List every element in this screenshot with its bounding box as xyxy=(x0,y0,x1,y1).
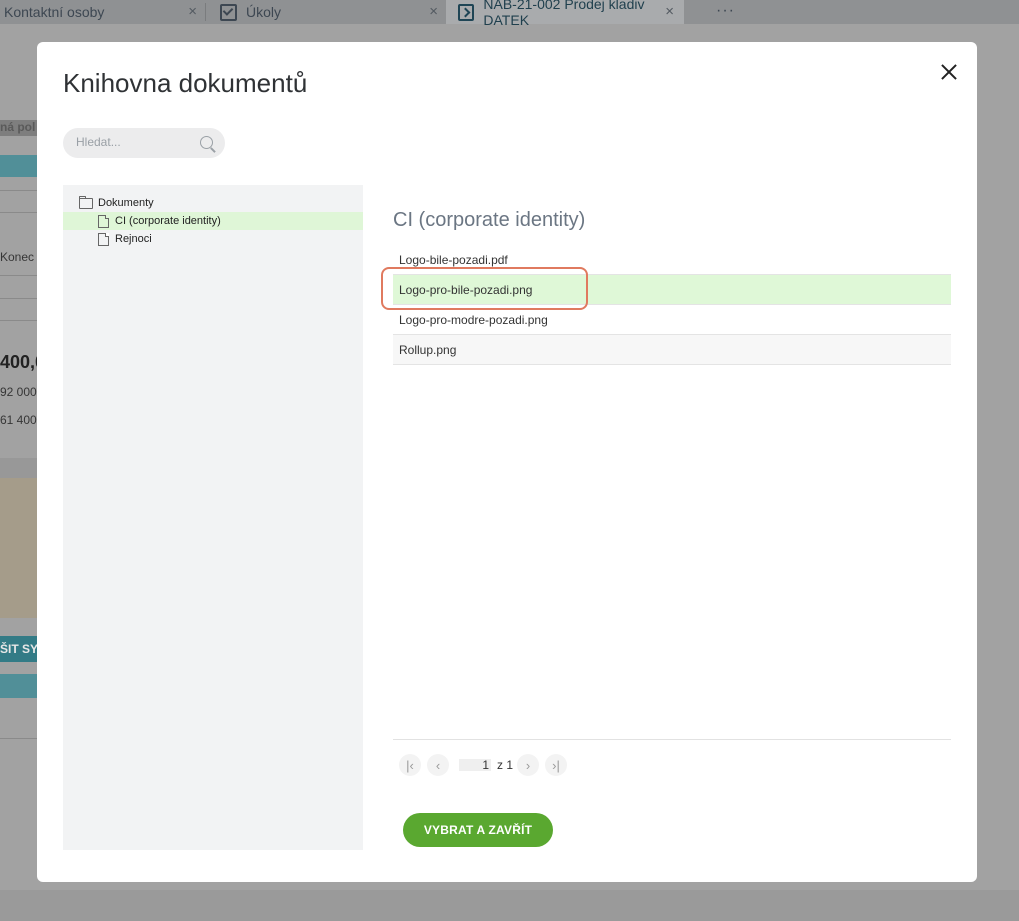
file-name: Logo-bile-pozadi.pdf xyxy=(399,252,508,267)
search-input[interactable] xyxy=(74,134,188,150)
divider xyxy=(0,738,37,739)
close-icon[interactable] xyxy=(937,60,961,84)
bg-sync-button: ŠIT SYN xyxy=(0,636,37,662)
folder-icon xyxy=(79,195,93,209)
bg-teal-bar xyxy=(0,155,37,177)
bg-panel xyxy=(0,458,37,478)
file-name: Rollup.png xyxy=(399,342,457,357)
close-icon[interactable]: × xyxy=(665,3,674,20)
selection-highlight xyxy=(381,267,588,310)
tree-item-label: Rejnoci xyxy=(115,233,152,245)
divider xyxy=(393,739,951,740)
close-icon[interactable]: × xyxy=(429,3,438,20)
file-name: Logo-pro-modre-pozadi.png xyxy=(399,312,548,327)
divider xyxy=(0,275,37,276)
page-count: z 1 xyxy=(497,758,514,772)
last-page-icon[interactable]: ›| xyxy=(545,754,567,776)
bg-image-area xyxy=(0,478,37,618)
document-icon xyxy=(458,3,475,21)
bg-footer xyxy=(0,890,1019,921)
bg-header-fragment: ná pol xyxy=(0,120,37,136)
tree-item-ci[interactable]: CI (corporate identity) xyxy=(63,212,363,230)
close-icon[interactable]: × xyxy=(188,3,197,20)
file-icon xyxy=(98,214,109,228)
more-tabs-icon[interactable]: ··· xyxy=(716,2,735,20)
tab-offer[interactable]: NAB-21-002 Prodej kladiv DATEK × xyxy=(446,0,684,28)
first-page-icon[interactable]: |‹ xyxy=(399,754,421,776)
dialog-title: Knihovna dokumentů xyxy=(63,68,308,98)
bg-amount-2: 61 400 xyxy=(0,413,37,427)
divider xyxy=(0,190,37,191)
tree-item-dokumenty[interactable]: Dokumenty xyxy=(63,194,379,212)
file-row[interactable]: Rollup.png xyxy=(393,335,951,365)
tree-item-label: Dokumenty xyxy=(98,197,154,209)
search-box[interactable] xyxy=(63,128,225,158)
folder-title: CI (corporate identity) xyxy=(393,209,586,231)
divider xyxy=(0,320,37,321)
tab-bar: Kontaktní osoby × Úkoly × NAB-21-002 Pro… xyxy=(0,0,1019,28)
tab-label: Kontaktní osoby xyxy=(4,4,105,20)
divider xyxy=(0,298,37,299)
checkbox-icon xyxy=(220,3,237,21)
document-library-dialog: Knihovna dokumentů Dokumenty CI (corpora… xyxy=(37,42,977,882)
bg-konec-label: Konec xyxy=(0,250,35,264)
file-icon xyxy=(98,232,109,246)
bg-teal-bar xyxy=(0,674,37,698)
tab-label: Úkoly xyxy=(246,4,282,20)
tab-tasks[interactable]: Úkoly × xyxy=(206,0,446,24)
folder-tree: Dokumenty CI (corporate identity) Rejnoc… xyxy=(63,185,363,850)
search-icon[interactable] xyxy=(200,136,213,149)
tab-label: NAB-21-002 Prodej kladiv DATEK xyxy=(483,0,645,28)
next-page-icon[interactable]: › xyxy=(517,754,539,776)
tree-item-rejnoci[interactable]: Rejnoci xyxy=(63,230,363,248)
divider xyxy=(0,212,37,213)
prev-page-icon[interactable]: ‹ xyxy=(427,754,449,776)
tab-contacts[interactable]: Kontaktní osoby × xyxy=(0,0,205,24)
page-input[interactable] xyxy=(459,759,491,771)
bg-amount-1: 92 000 xyxy=(0,385,37,399)
tree-item-label: CI (corporate identity) xyxy=(115,215,221,227)
select-and-close-button[interactable]: VYBRAT A ZAVŘÍT xyxy=(403,813,553,847)
